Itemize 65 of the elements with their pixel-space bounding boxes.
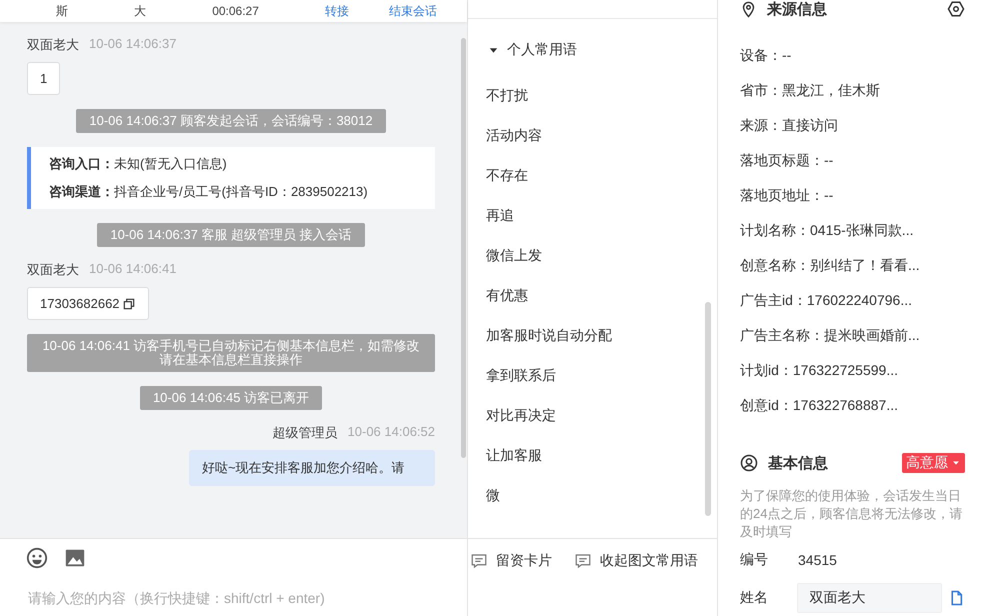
section-title: 基本信息 [768, 454, 828, 472]
message-icon [470, 552, 488, 570]
message-time: 10-06 14:06:41 [89, 261, 176, 278]
phrase-item[interactable]: 有优惠 [486, 275, 528, 315]
field-label: 姓名 [740, 589, 769, 607]
sender-name: 双面老大 [27, 36, 79, 54]
toolbar-button[interactable]: 留资卡片 [470, 552, 552, 570]
image-icon [64, 547, 86, 569]
user-circle-icon [740, 454, 758, 472]
info-line: 咨询入口：未知(暂无入口信息) [49, 155, 228, 173]
info-line: 咨询渠道：抖音企业号/员工号(抖音号ID：2839502213) [49, 183, 369, 201]
intent-dropdown[interactable]: 高意愿 [902, 453, 965, 473]
location-pin-icon [740, 0, 757, 18]
copy-icon [122, 296, 136, 310]
sender-name: 双面老大 [27, 261, 79, 279]
info-field: 落地页标题：-- [740, 143, 965, 178]
phrase-item[interactable]: 让加客服 [486, 435, 542, 475]
name-field[interactable]: 双面老大 [796, 583, 942, 613]
header-cell: 大 [134, 2, 146, 20]
field-label: 编号 [740, 551, 769, 569]
info-field: 来源：直接访问 [740, 108, 965, 143]
system-notice: 10-06 14:06:45 访客已离开 [140, 386, 322, 410]
message-text: 1 [40, 71, 48, 86]
toolbar-button[interactable]: 收起图文常用语 [574, 552, 698, 570]
scrollbar-thumb[interactable] [705, 302, 711, 516]
message-icon [574, 552, 592, 570]
system-notice: 10-06 14:06:37 顾客发起会话，会话编号：38012 [76, 109, 386, 133]
action-link[interactable]: 结束会话 [389, 2, 437, 20]
phrase-item[interactable]: 再追 [486, 195, 514, 235]
phrase-item[interactable]: 微信上发 [486, 235, 542, 275]
emoji-icon [26, 547, 48, 569]
sender-name: 超级管理员 [272, 424, 338, 442]
info-field: 落地页地址：-- [740, 178, 965, 213]
info-field: 广告主id：176022240796... [740, 283, 965, 318]
message-time: 10-06 14:06:37 [89, 36, 176, 53]
scrollbar-thumb[interactable] [461, 38, 466, 458]
info-field: 创意名称：别纠结了！看看... [740, 248, 965, 283]
info-field: 广告主名称：提米映画婚前... [740, 318, 965, 353]
phrase-item[interactable]: 活动内容 [486, 115, 542, 155]
system-notice: 10-06 14:06:37 客服 超级管理员 接入会话 [97, 223, 365, 247]
message-time: 10-06 14:06:52 [348, 424, 435, 441]
settings-icon[interactable] [947, 0, 965, 18]
system-notice: 10-06 14:06:41 访客手机号已自动标记右侧基本信息栏，如需修改请在基本信息栏直接操作 [27, 334, 435, 372]
phrase-item[interactable]: 加客服时说自动分配 [486, 315, 612, 355]
phrase-item[interactable]: 不存在 [486, 155, 528, 195]
message-input[interactable]: 请输入您的内容（换行快捷键：shift/ctrl + enter) [26, 589, 530, 607]
info-field: 省市：黑龙江，佳木斯 [740, 73, 965, 108]
info-field: 计划id：176322725599... [740, 353, 965, 388]
phrase-item[interactable]: 不打扰 [486, 75, 528, 115]
phrase-item[interactable]: 拿到联系后 [486, 355, 556, 395]
header-cell: 00:06:27 [212, 4, 259, 18]
field-value: 34515 [798, 552, 837, 568]
phrase-item[interactable]: 微 [486, 475, 500, 515]
message-text: 17303682662 [40, 296, 120, 311]
phrase-item[interactable]: 对比再决定 [486, 395, 556, 435]
info-field: 计划名称：0415-张琳同款... [740, 213, 965, 248]
copy-icon[interactable] [949, 590, 965, 606]
section-title: 来源信息 [767, 0, 827, 18]
info-field: 设备：-- [740, 38, 965, 73]
message-text: 好哒~现在安排客服加您介绍哈。请 [202, 459, 405, 477]
info-field: 创意id：176322768887... [740, 388, 965, 423]
action-link[interactable]: 转接 [325, 2, 349, 20]
header-cell: 斯 [56, 2, 68, 20]
group-title[interactable]: 个人常用语 [507, 41, 577, 59]
notice-text: 为了保障您的使用体验，会话发生当日的24点之后，顾客信息将无法修改，请及时填写 [740, 487, 964, 541]
